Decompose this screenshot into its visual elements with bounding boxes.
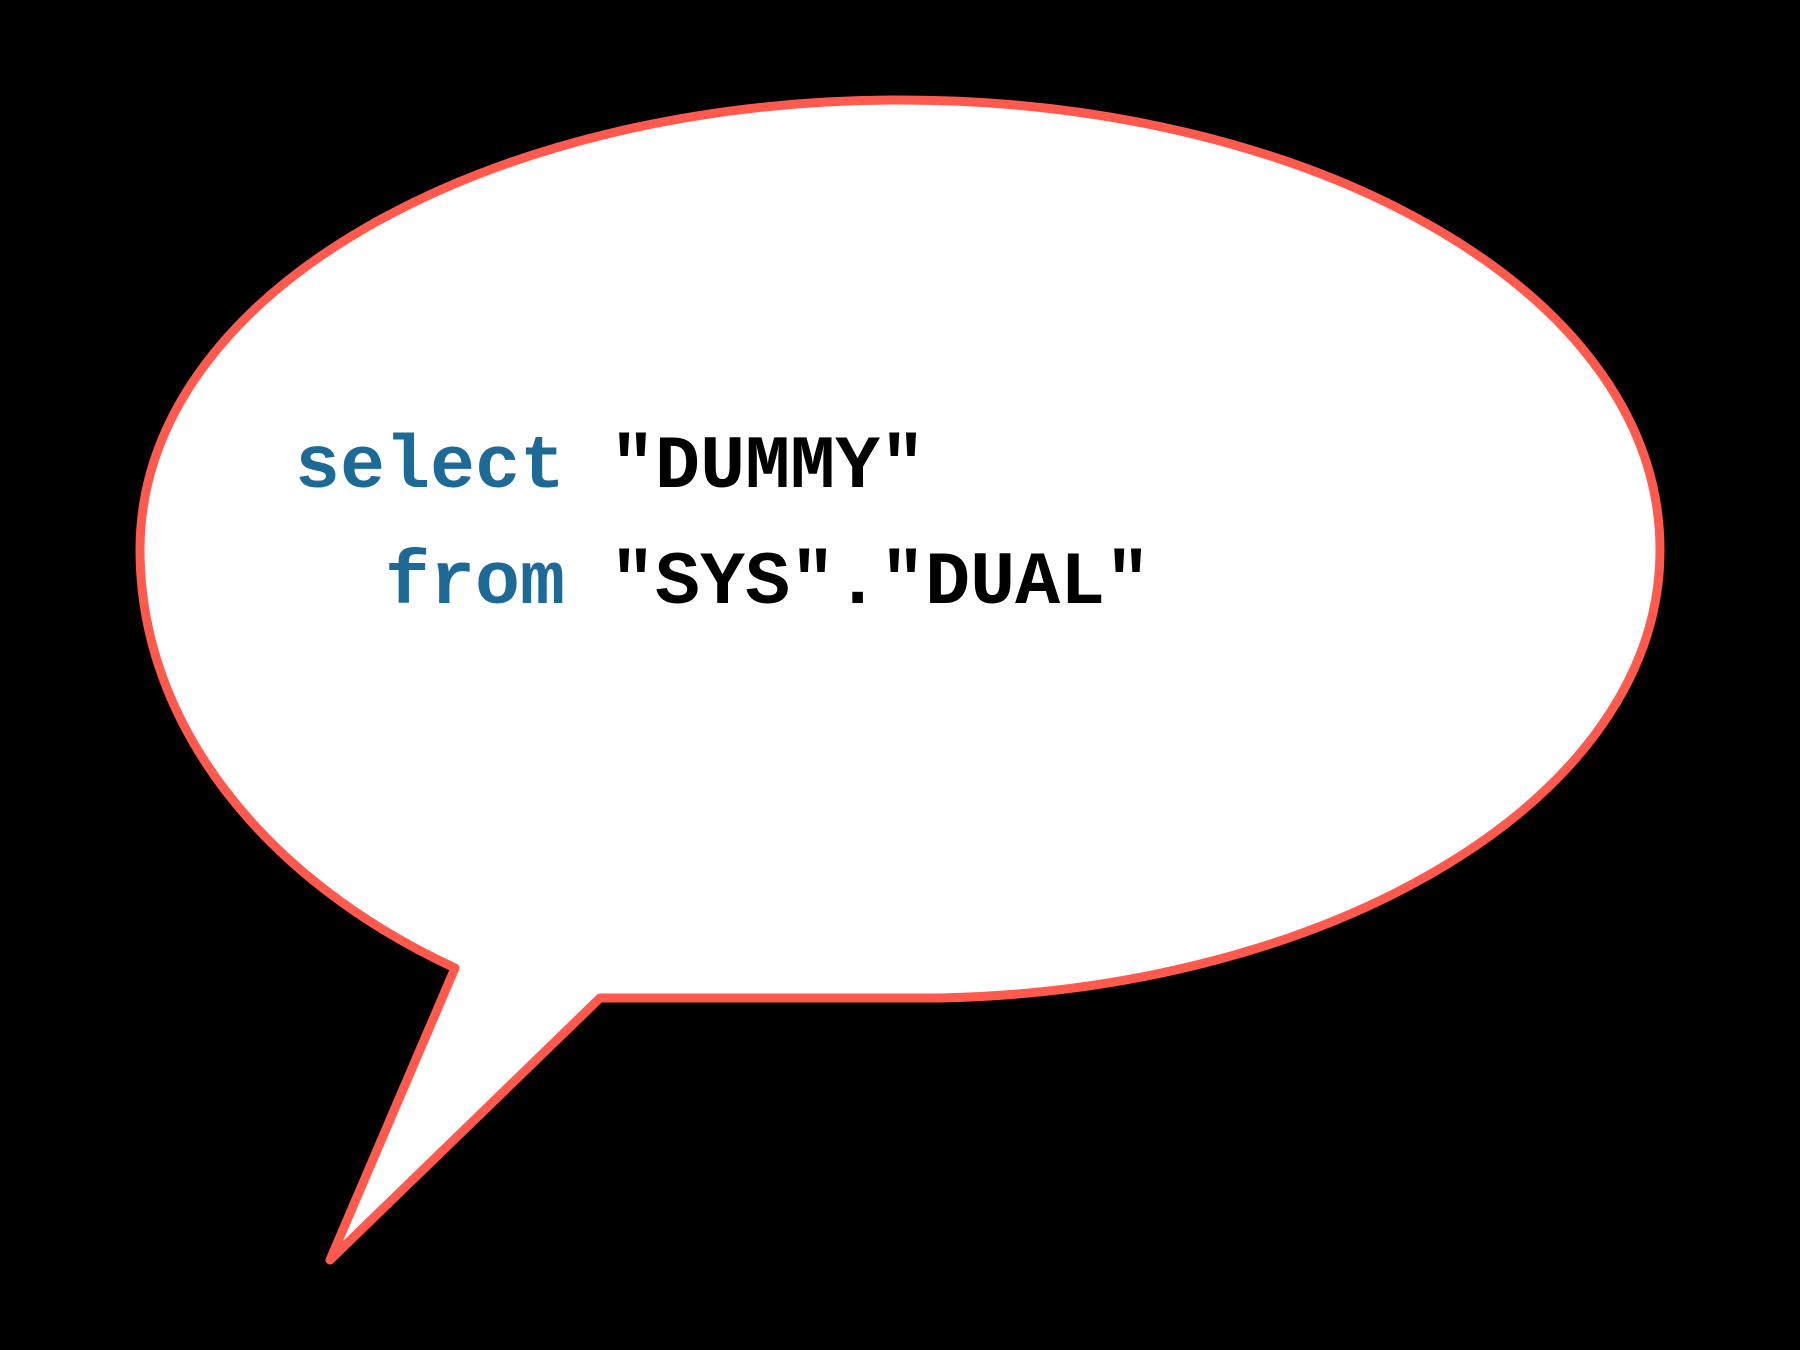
sql-select-columns: "DUMMY" [565, 425, 925, 510]
sql-from-table: "SYS"."DUAL" [565, 541, 1150, 626]
sql-keyword-from: from [385, 541, 565, 626]
sql-indent [295, 541, 385, 626]
speech-bubble-icon [120, 80, 1680, 1280]
sql-code-block: select "DUMMY" from "SYS"."DUAL" [295, 410, 1150, 643]
sql-keyword-select: select [295, 425, 565, 510]
speech-bubble: select "DUMMY" from "SYS"."DUAL" [120, 80, 1680, 1280]
